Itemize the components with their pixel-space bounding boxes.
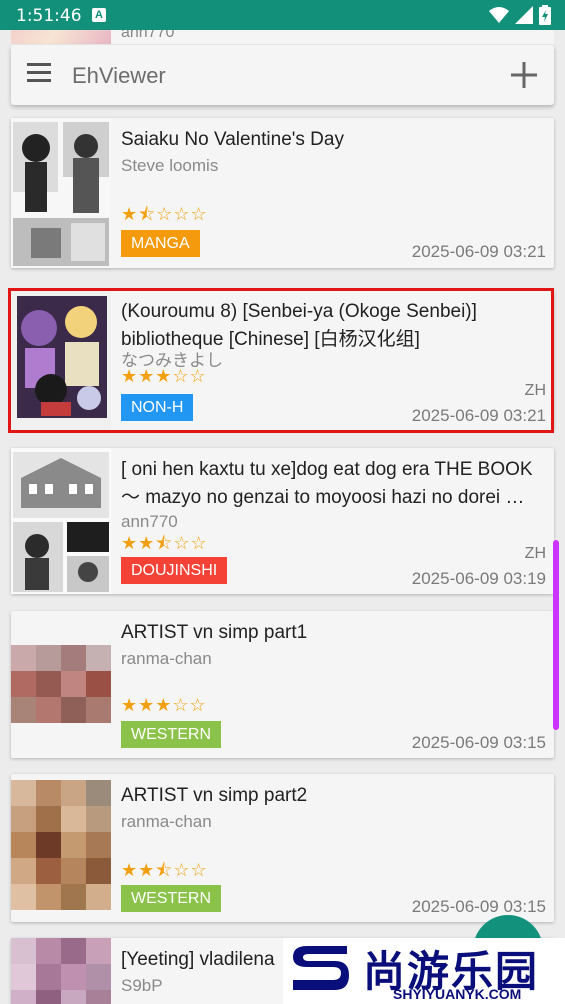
- gallery-uploader: ann770: [121, 512, 178, 531]
- gallery-card[interactable]: ARTIST vn simp part2 ranma-chan ★★⯪☆☆ WE…: [11, 774, 554, 922]
- menu-icon[interactable]: [27, 63, 53, 87]
- gallery-card[interactable]: (Kouroumu 8) [Senbei-ya (Okoge Senbei)] …: [11, 290, 554, 430]
- plus-icon[interactable]: [510, 61, 538, 89]
- category-badge: WESTERN: [121, 721, 221, 748]
- gallery-card[interactable]: [ oni hen kaxtu tu xe]dog eat dog era TH…: [11, 448, 554, 594]
- rating-stars: ★★⯪☆☆: [121, 860, 208, 880]
- category-badge: NON-H: [121, 394, 194, 421]
- gallery-card[interactable]: ARTIST vn simp part1 ranma-chan ★★★☆☆ WE…: [11, 611, 554, 758]
- scrollbar-thumb[interactable]: [553, 540, 559, 730]
- gallery-language: ZH: [524, 382, 546, 399]
- rating-stars: ★★★☆☆: [121, 366, 207, 386]
- status-bar: 1:51:46 A: [0, 0, 565, 30]
- notification-icon: A: [92, 8, 106, 22]
- gallery-thumbnail: [11, 938, 111, 1004]
- signal-icon: [515, 6, 533, 24]
- gallery-uploader: ranma-chan: [121, 812, 212, 831]
- gallery-title: ARTIST vn simp part2: [121, 785, 308, 806]
- search-bar[interactable]: EhViewer: [11, 45, 554, 105]
- gallery-date: 2025-06-09 03:21: [411, 406, 546, 425]
- gallery-thumbnail: [11, 118, 111, 268]
- gallery-card[interactable]: Saiaku No Valentine's Day Steve loomis ★…: [11, 118, 554, 268]
- status-time: 1:51:46: [16, 6, 82, 26]
- gallery-date: 2025-06-09 03:19: [411, 569, 546, 588]
- wifi-icon: [489, 7, 509, 23]
- gallery-list-screen: 1:51:46 A ann770 EhViewer Saiaku No Vale…: [0, 0, 565, 1004]
- category-badge: DOUJINSHI: [121, 557, 228, 584]
- rating-stars: ★★★☆☆: [121, 695, 207, 715]
- gallery-date: 2025-06-09 03:15: [411, 733, 546, 752]
- gallery-title: [ oni hen kaxtu tu xe]dog eat dog era TH…: [121, 459, 533, 508]
- gallery-title: ARTIST vn simp part1: [121, 622, 308, 643]
- rating-stars: ★⯪☆☆☆: [121, 204, 208, 224]
- gallery-uploader: S9bP: [121, 976, 163, 995]
- watermark-s-icon: [293, 946, 349, 990]
- watermark-en: SHYIYUANYK.COM: [393, 986, 522, 1002]
- gallery-date: 2025-06-09 03:21: [411, 242, 546, 261]
- gallery-thumbnail: [11, 645, 111, 725]
- gallery-thumbnail: [11, 290, 111, 430]
- category-badge: MANGA: [121, 230, 200, 257]
- gallery-title: Saiaku No Valentine's Day: [121, 129, 344, 150]
- battery-icon: [539, 5, 551, 25]
- gallery-uploader: Steve loomis: [121, 156, 219, 175]
- gallery-thumbnail: [11, 448, 111, 594]
- category-badge: WESTERN: [121, 885, 221, 912]
- watermark-logo: 尚游乐园 SHYIYUANYK.COM: [283, 938, 565, 1004]
- gallery-language: ZH: [524, 545, 546, 562]
- status-icons: [489, 5, 551, 25]
- gallery-thumbnail: [11, 780, 111, 916]
- app-title: EhViewer: [72, 63, 166, 88]
- gallery-uploader: ranma-chan: [121, 649, 212, 668]
- gallery-date: 2025-06-09 03:15: [411, 897, 546, 916]
